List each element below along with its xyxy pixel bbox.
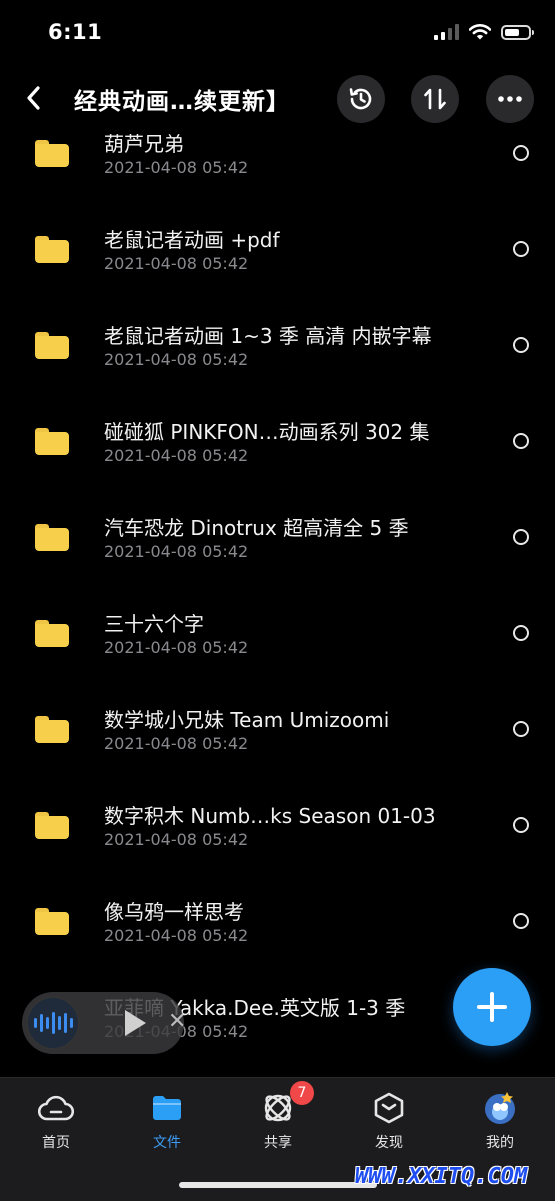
plus-icon (477, 992, 507, 1022)
file-date: 2021-04-08 05:42 (104, 830, 249, 849)
tab-files[interactable]: 文件 (127, 1090, 207, 1160)
folder-icon (35, 332, 69, 359)
share-count-badge: 7 (290, 1081, 314, 1105)
cloud-icon (38, 1090, 74, 1126)
file-name: 老鼠记者动画 1~3 季 高清 内嵌字幕 (104, 324, 432, 348)
file-date: 2021-04-08 05:42 (104, 638, 249, 657)
chevron-left-icon (27, 86, 40, 110)
status-icons (434, 24, 534, 40)
file-date: 2021-04-08 05:42 (104, 158, 249, 177)
file-name: 像乌鸦一样思考 (104, 900, 244, 924)
folder-icon (35, 716, 69, 743)
close-icon[interactable]: ✕ (168, 1011, 186, 1033)
more-button[interactable] (486, 75, 534, 123)
file-name: 三十六个字 (104, 612, 204, 636)
file-date: 2021-04-08 05:42 (104, 926, 249, 945)
mini-audio-player[interactable]: ✕ (22, 992, 186, 1054)
file-row[interactable]: 三十六个字 2021-04-08 05:42 (0, 598, 555, 694)
file-name: 葫芦兄弟 (104, 132, 184, 156)
folder-icon (35, 524, 69, 551)
select-radio[interactable] (513, 529, 529, 545)
file-name: 老鼠记者动画 +pdf (104, 228, 280, 252)
file-row[interactable]: 老鼠记者动画 +pdf 2021-04-08 05:42 (0, 214, 555, 310)
play-icon[interactable] (125, 1010, 146, 1036)
folder-icon (35, 620, 69, 647)
status-time: 6:11 (48, 20, 103, 44)
folder-icon (149, 1090, 185, 1126)
tab-mine[interactable]: 我的 (460, 1090, 540, 1160)
file-date: 2021-04-08 05:42 (104, 350, 249, 369)
file-row[interactable]: 葫芦兄弟 2021-04-08 05:42 (0, 118, 555, 214)
select-radio[interactable] (513, 817, 529, 833)
battery-icon (501, 24, 534, 40)
status-bar: 6:11 (0, 0, 555, 68)
cellular-signal-icon (434, 24, 459, 40)
select-radio[interactable] (513, 625, 529, 641)
select-radio[interactable] (513, 433, 529, 449)
audio-wave-icon (26, 996, 80, 1050)
tab-label: 发现 (375, 1135, 403, 1151)
folder-icon (35, 428, 69, 455)
file-row[interactable]: 碰碰狐 PINKFON…动画系列 302 集 2021-04-08 05:42 (0, 406, 555, 502)
select-radio[interactable] (513, 145, 529, 161)
history-button[interactable] (337, 75, 385, 123)
home-indicator (179, 1182, 377, 1188)
select-radio[interactable] (513, 721, 529, 737)
file-row[interactable]: 数学城小兄妹 Team Umizoomi 2021-04-08 05:42 (0, 694, 555, 790)
file-date: 2021-04-08 05:42 (104, 446, 249, 465)
file-row[interactable]: 老鼠记者动画 1~3 季 高清 内嵌字幕 2021-04-08 05:42 (0, 310, 555, 406)
sort-arrows-icon (424, 88, 446, 110)
tab-label: 首页 (42, 1135, 70, 1151)
folder-icon (35, 908, 69, 935)
back-button[interactable] (18, 80, 48, 116)
select-radio[interactable] (513, 241, 529, 257)
file-name: 汽车恐龙 Dinotrux 超高清全 5 季 (104, 516, 409, 540)
tab-label: 文件 (153, 1135, 181, 1151)
page-title: 经典动画…续更新】 (74, 89, 290, 115)
watermark: WWW.XXITQ.COM (355, 1164, 528, 1189)
tab-discover[interactable]: 发现 (349, 1090, 429, 1160)
file-list: 葫芦兄弟 2021-04-08 05:42 老鼠记者动画 +pdf 2021-0… (0, 118, 555, 1078)
file-name: 数字积木 Numb…ks Season 01-03 (104, 804, 436, 828)
tab-home[interactable]: 首页 (16, 1090, 96, 1160)
file-name: 数学城小兄妹 Team Umizoomi (104, 708, 390, 732)
file-date: 2021-04-08 05:42 (104, 542, 249, 561)
file-date: 2021-04-08 05:42 (104, 734, 249, 753)
add-button[interactable] (453, 968, 531, 1046)
wifi-icon (469, 24, 491, 40)
folder-icon (35, 140, 69, 167)
file-row[interactable]: 数字积木 Numb…ks Season 01-03 2021-04-08 05:… (0, 790, 555, 886)
select-radio[interactable] (513, 337, 529, 353)
select-radio[interactable] (513, 913, 529, 929)
tab-label: 共享 (264, 1135, 292, 1151)
file-row[interactable]: 像乌鸦一样思考 2021-04-08 05:42 (0, 886, 555, 982)
file-date: 2021-04-08 05:42 (104, 254, 249, 273)
file-name: 碰碰狐 PINKFON…动画系列 302 集 (104, 420, 430, 444)
avatar-icon (482, 1090, 518, 1126)
tab-label: 我的 (486, 1135, 514, 1151)
folder-icon (35, 236, 69, 263)
history-icon (349, 88, 372, 110)
file-row[interactable]: 汽车恐龙 Dinotrux 超高清全 5 季 2021-04-08 05:42 (0, 502, 555, 598)
sort-button[interactable] (411, 75, 459, 123)
folder-icon (35, 812, 69, 839)
more-dots-icon (498, 96, 522, 102)
discover-cube-icon (371, 1090, 407, 1126)
